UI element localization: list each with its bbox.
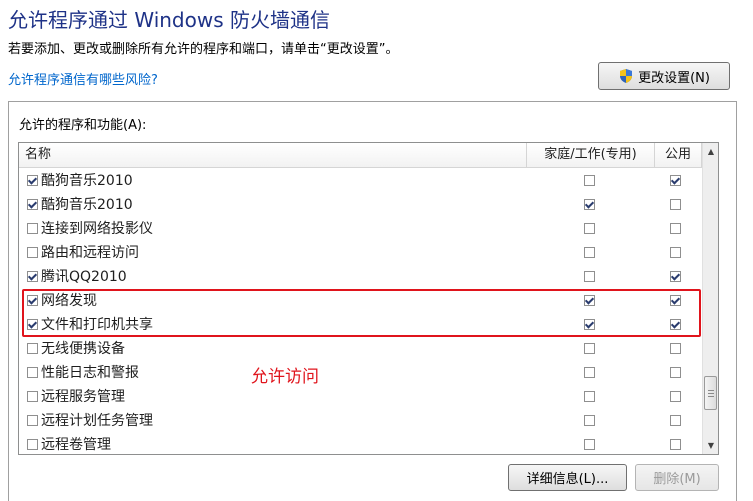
scroll-thumb[interactable] <box>704 376 717 410</box>
public-checkbox[interactable] <box>670 247 681 258</box>
list-item[interactable]: 连接到网络投影仪 <box>19 216 702 240</box>
annotation-text: 允许访问 <box>251 367 319 387</box>
home-work-checkbox[interactable] <box>584 439 595 450</box>
program-enabled-checkbox[interactable] <box>27 439 38 450</box>
programs-group-label: 允许的程序和功能(A): <box>19 118 147 133</box>
home-work-checkbox[interactable] <box>584 391 595 402</box>
program-enabled-checkbox[interactable] <box>27 415 38 426</box>
home-work-checkbox[interactable] <box>584 199 595 210</box>
program-enabled-checkbox[interactable] <box>27 367 38 378</box>
description-text: 若要添加、更改或删除所有允许的程序和端口，请单击“更改设置”。 <box>8 42 399 57</box>
public-checkbox[interactable] <box>670 367 681 378</box>
scroll-up-arrow-icon[interactable]: ▲ <box>703 143 718 160</box>
column-header-name[interactable]: 名称 <box>25 143 51 167</box>
program-name: 路由和远程访问 <box>41 245 139 261</box>
program-enabled-checkbox[interactable] <box>27 175 38 186</box>
list-item[interactable]: 远程服务管理 <box>19 384 702 408</box>
program-enabled-checkbox[interactable] <box>27 343 38 354</box>
highlight-box <box>22 289 701 337</box>
column-header-home-work[interactable]: 家庭/工作(专用) <box>526 143 654 167</box>
program-name: 远程服务管理 <box>41 389 125 405</box>
public-checkbox[interactable] <box>670 271 681 282</box>
public-checkbox[interactable] <box>670 175 681 186</box>
public-checkbox[interactable] <box>670 223 681 234</box>
list-item[interactable]: 腾讯QQ2010 <box>19 264 702 288</box>
program-name: 酷狗音乐2010 <box>41 173 133 189</box>
list-header: 名称 家庭/工作(专用) 公用 <box>19 143 702 168</box>
program-enabled-checkbox[interactable] <box>27 247 38 258</box>
list-item[interactable]: 路由和远程访问 <box>19 240 702 264</box>
program-enabled-checkbox[interactable] <box>27 271 38 282</box>
home-work-checkbox[interactable] <box>584 271 595 282</box>
program-name: 连接到网络投影仪 <box>41 221 153 237</box>
list-item[interactable]: 无线便携设备 <box>19 336 702 360</box>
public-checkbox[interactable] <box>670 343 681 354</box>
program-name: 远程卷管理 <box>41 437 111 453</box>
scroll-down-arrow-icon[interactable]: ▼ <box>703 437 718 454</box>
public-checkbox[interactable] <box>670 199 681 210</box>
list-scrollbar[interactable]: ▲ ▼ <box>702 143 718 454</box>
home-work-checkbox[interactable] <box>584 415 595 426</box>
column-header-public[interactable]: 公用 <box>654 143 702 167</box>
delete-button[interactable]: 删除(M) <box>635 464 719 491</box>
program-name: 性能日志和警报 <box>41 365 139 381</box>
change-settings-button[interactable]: 更改设置(N) <box>598 62 730 90</box>
home-work-checkbox[interactable] <box>584 175 595 186</box>
program-enabled-checkbox[interactable] <box>27 391 38 402</box>
home-work-checkbox[interactable] <box>584 343 595 354</box>
list-item[interactable]: 性能日志和警报 <box>19 360 702 384</box>
program-enabled-checkbox[interactable] <box>27 223 38 234</box>
home-work-checkbox[interactable] <box>584 223 595 234</box>
program-name: 腾讯QQ2010 <box>41 269 127 285</box>
thumb-grip-line <box>708 390 714 391</box>
public-checkbox[interactable] <box>670 415 681 426</box>
change-settings-label: 更改设置(N) <box>638 70 710 86</box>
program-name: 酷狗音乐2010 <box>41 197 133 213</box>
list-item[interactable]: 酷狗音乐2010 <box>19 192 702 216</box>
list-item[interactable]: 酷狗音乐2010 <box>19 168 702 192</box>
uac-shield-icon <box>618 68 634 84</box>
thumb-grip-line <box>708 393 714 394</box>
list-item[interactable]: 远程计划任务管理 <box>19 408 702 432</box>
details-button[interactable]: 详细信息(L)... <box>508 464 627 491</box>
public-checkbox[interactable] <box>670 439 681 450</box>
home-work-checkbox[interactable] <box>584 367 595 378</box>
thumb-grip-line <box>708 396 714 397</box>
list-item[interactable]: 远程卷管理 <box>19 432 702 454</box>
home-work-checkbox[interactable] <box>584 247 595 258</box>
program-enabled-checkbox[interactable] <box>27 199 38 210</box>
risk-help-link[interactable]: 允许程序通信有哪些风险? <box>8 69 158 88</box>
program-name: 无线便携设备 <box>41 341 125 357</box>
public-checkbox[interactable] <box>670 391 681 402</box>
page-title: 允许程序通过 Windows 防火墙通信 <box>8 8 330 32</box>
program-name: 远程计划任务管理 <box>41 413 153 429</box>
